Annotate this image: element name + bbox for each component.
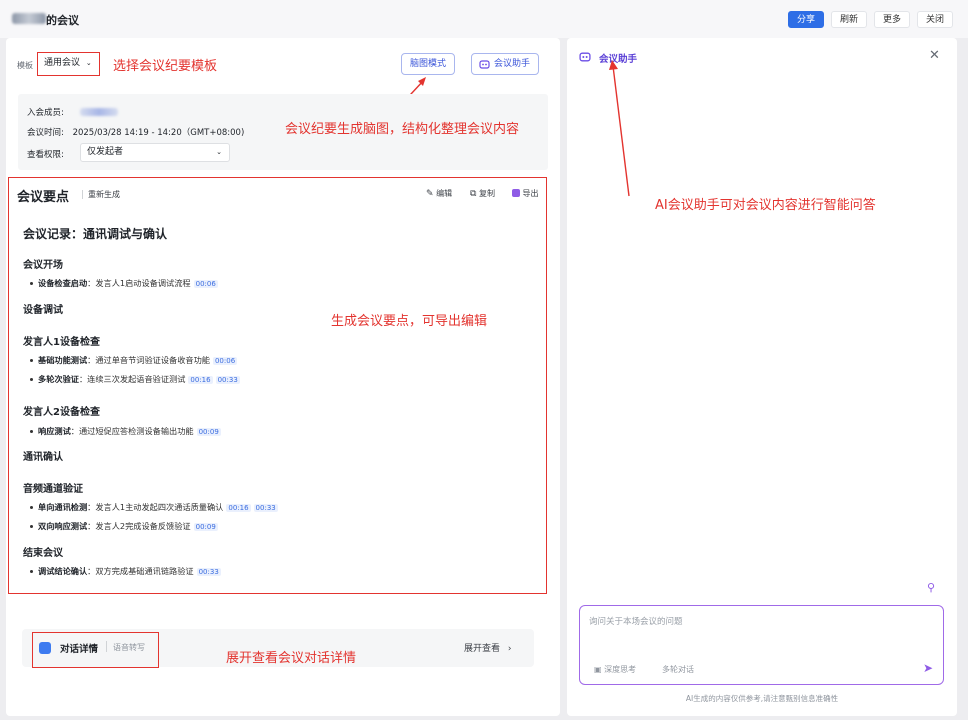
summary-highlight-box [8,177,547,594]
members-label: 入会成员: [27,108,64,118]
chevron-right-icon: › [507,644,512,654]
annotation-arrow-assistant [609,60,630,197]
close-icon[interactable]: ✕ [929,48,940,63]
assistant-icon [579,52,591,62]
refresh-button[interactable]: 刷新 [831,11,868,28]
permission-value: 仅发起者 [87,147,124,157]
deep-think-icon: ▣ [594,665,602,674]
assistant-annotation: AI会议助手可对会议内容进行智能问答 [655,198,876,213]
conversation-annotation: 展开查看会议对话详情 [226,651,357,666]
assistant-panel: 会议助手 ✕ AI会议助手可对会议内容进行智能问答 ⚲ 询问关于本场会议的问题 … [567,38,957,716]
conversation-highlight-box [32,632,159,668]
expand-button[interactable]: 展开查看 › [464,641,512,654]
blurred-member-name [80,108,118,116]
template-label: 模板 [17,61,33,70]
assistant-open-label: 会议助手 [494,59,531,69]
template-annotation-text: 选择会议纪要模板 [113,59,218,74]
template-highlight-box [37,52,100,76]
send-icon[interactable]: ➤ [923,661,933,675]
close-button[interactable]: 关闭 [917,11,954,28]
question-input[interactable]: 询问关于本场会议的问题 ▣ 深度思考 多轮对话 ➤ [579,605,944,685]
more-button[interactable]: 更多 [874,11,911,28]
summary-annotation: 生成会议要点，可导出编辑 [331,314,488,329]
members-row: 入会成员: [27,106,64,118]
time-value: 2025/03/28 14:19 - 14:20（GMT+08:00) [72,128,245,138]
deep-think-toggle[interactable]: ▣ 深度思考 [594,664,636,675]
blurred-user-name [12,13,46,24]
mindmap-annotation: 会议纪要生成脑图，结构化整理会议内容 [285,122,520,137]
deep-think-label: 深度思考 [604,665,637,674]
permission-label: 查看权限: [27,150,64,160]
ai-disclaimer: AI生成的内容仅供参考,请注意甄别信息准确性 [685,694,839,703]
mindmap-mode-button[interactable]: 脑图模式 [401,53,456,75]
expand-label: 展开查看 [464,644,501,654]
chevron-down-icon: ⌄ [216,148,222,156]
assistant-open-button[interactable]: 会议助手 [471,53,540,75]
top-bar: 的会议 分享 刷新 更多 关闭 [0,0,968,38]
page-title: 的会议 [46,14,79,27]
multi-turn-toggle[interactable]: 多轮对话 [662,664,694,675]
time-label: 会议时间: [27,128,64,138]
lightbulb-icon[interactable]: ⚲ [927,581,935,594]
share-button[interactable]: 分享 [788,11,825,28]
permission-select[interactable]: 仅发起者 ⌄ [80,143,230,162]
time-row: 会议时间: 2025/03/28 14:19 - 14:20（GMT+08:00… [27,126,244,138]
question-placeholder: 询问关于本场会议的问题 [589,617,683,627]
minutes-panel: 模板 通用会议 ⌄ 选择会议纪要模板 脑图模式 会议助手 入会成员: 会议时间:… [6,38,560,716]
assistant-icon [479,60,490,69]
